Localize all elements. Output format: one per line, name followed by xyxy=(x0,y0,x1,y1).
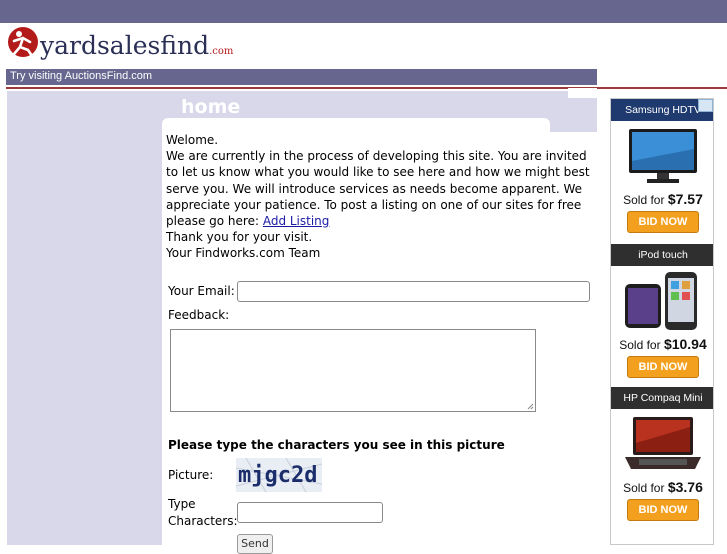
tv-icon xyxy=(629,129,697,183)
captcha-input[interactable] xyxy=(237,502,383,523)
add-listing-link[interactable]: Add Listing xyxy=(263,214,330,228)
ad-item-samsung[interactable]: Samsung HDTV Sold for $7.57 BID NOW xyxy=(611,99,713,241)
picture-label: Picture: xyxy=(168,468,214,482)
email-field[interactable] xyxy=(237,281,590,302)
greeting-text: Welome. xyxy=(166,133,219,147)
site-logo[interactable]: yardsalesfind.com xyxy=(6,23,246,69)
heading-notch xyxy=(568,88,597,98)
logo-wordmark: yardsalesfind.com xyxy=(40,31,234,60)
laptop-icon xyxy=(625,417,701,469)
bid-now-button[interactable]: BID NOW xyxy=(627,499,699,521)
auctionsfind-link[interactable]: Try visiting AuctionsFind.com xyxy=(10,70,152,82)
feedback-textarea[interactable] xyxy=(170,329,536,412)
intro-text: Welome. We are currently in the process … xyxy=(166,132,596,262)
nav-bar: Try visiting AuctionsFind.com xyxy=(6,69,597,85)
captcha-image: mjgc2d xyxy=(236,458,322,492)
email-label: Your Email: xyxy=(168,284,235,298)
captcha-title: Please type the characters you see in th… xyxy=(168,438,505,452)
type-label-line2: Characters: xyxy=(168,514,238,528)
intro-paragraph: We are currently in the process of devel… xyxy=(166,149,590,229)
signature-text: Your Findworks.com Team xyxy=(166,246,321,261)
ad-item-ipod[interactable]: iPod touch Sold for $10.94 BID NOW xyxy=(611,244,713,386)
left-sidebar xyxy=(7,91,162,545)
thanks-text: Thank you for your visit. xyxy=(166,230,313,245)
ad-title: iPod touch xyxy=(611,244,713,266)
ad-sold-text: Sold for $7.57 xyxy=(623,191,703,207)
captcha-code: mjgc2d xyxy=(238,463,318,488)
bid-now-button[interactable]: BID NOW xyxy=(627,356,699,378)
bid-now-button[interactable]: BID NOW xyxy=(627,211,699,233)
logo-runner-icon xyxy=(8,27,38,58)
type-label-line1: Type xyxy=(168,497,196,511)
feedback-label: Feedback: xyxy=(168,308,230,322)
ad-sold-text: Sold for $3.76 xyxy=(623,479,703,495)
content-card-top xyxy=(162,118,550,132)
ad-banner[interactable]: Samsung HDTV Sold for $7.57 BID NOW iPod… xyxy=(610,98,714,545)
send-button[interactable]: Send xyxy=(237,534,273,554)
ad-item-hp[interactable]: HP Compaq Mini Sold for $3.76 BID NOW xyxy=(611,387,713,529)
top-bar xyxy=(0,0,727,23)
header-divider xyxy=(6,87,727,89)
adchoices-icon[interactable] xyxy=(698,99,713,112)
ad-sold-text: Sold for $10.94 xyxy=(619,336,707,352)
ad-title: HP Compaq Mini xyxy=(611,387,713,409)
page-title: home xyxy=(181,96,241,118)
ipod-icon xyxy=(625,272,697,330)
resize-grip-icon[interactable] xyxy=(527,403,534,410)
